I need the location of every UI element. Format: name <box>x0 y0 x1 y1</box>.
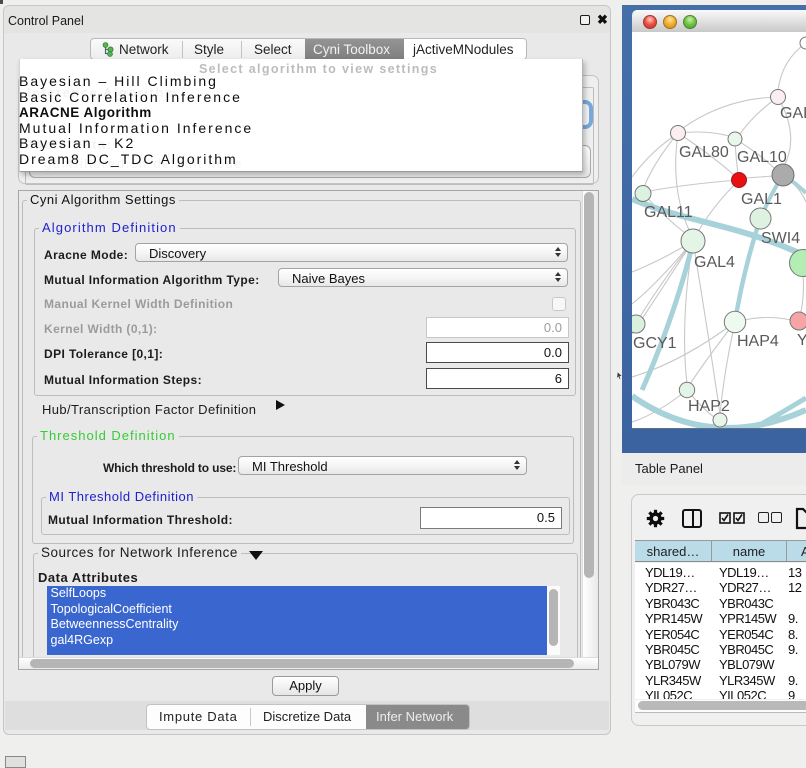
svg-text:GAL2: GAL2 <box>780 105 806 122</box>
svg-text:HAP4: HAP4 <box>737 333 779 350</box>
svg-text:HAP2: HAP2 <box>688 398 730 415</box>
svg-text:GAL11: GAL11 <box>644 204 693 221</box>
svg-text:GAL1: GAL1 <box>741 191 782 208</box>
svg-text:GCY1: GCY1 <box>633 335 677 352</box>
svg-text:YM: YM <box>797 332 806 349</box>
svg-text:GAL10: GAL10 <box>737 149 787 166</box>
svg-text:SWI4: SWI4 <box>761 230 800 247</box>
svg-text:GAL4: GAL4 <box>694 254 735 271</box>
svg-text:GAL80: GAL80 <box>679 144 729 161</box>
